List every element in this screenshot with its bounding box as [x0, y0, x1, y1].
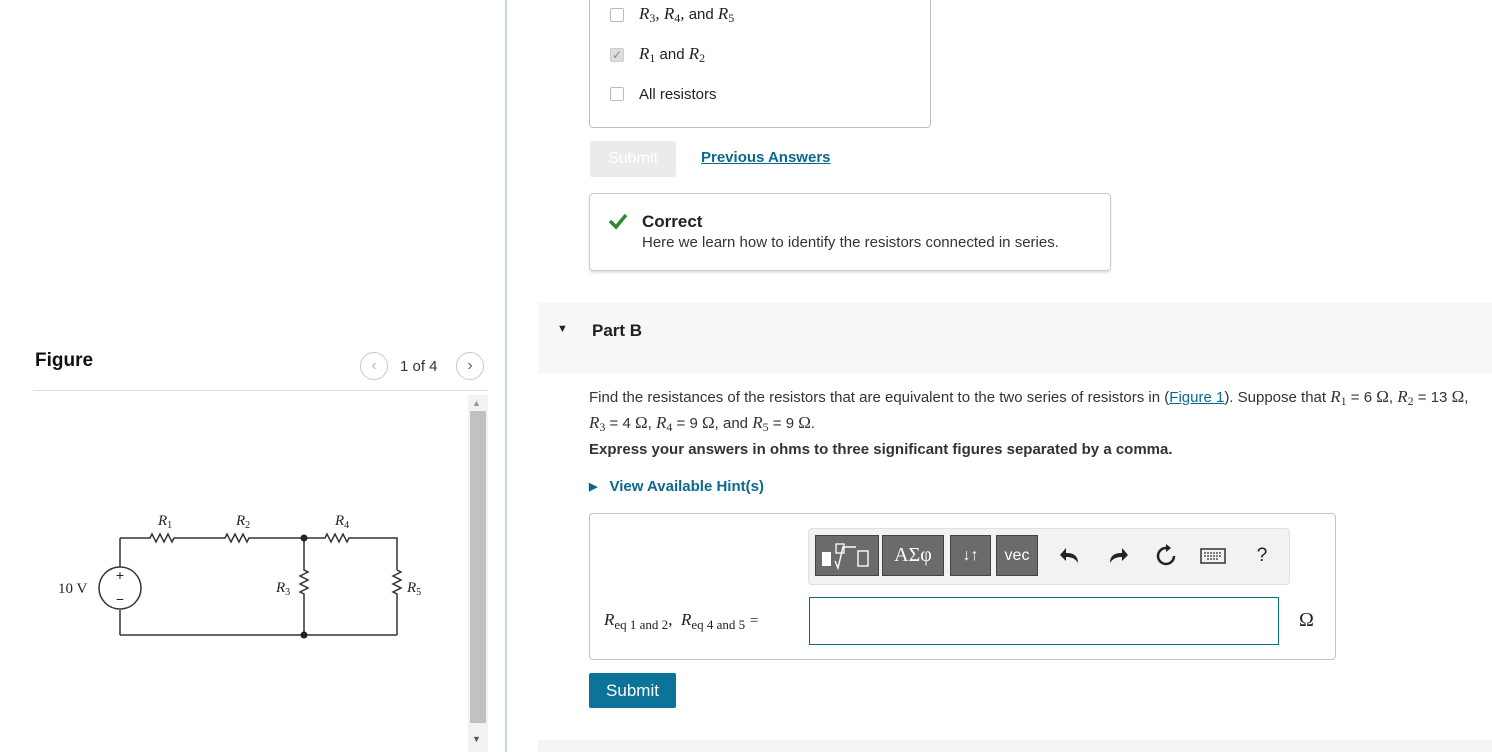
answer-input[interactable] [809, 597, 1279, 645]
option-label: R1 and R2 [639, 44, 706, 65]
undo-button[interactable] [1054, 540, 1086, 572]
unit-label: Ω [1299, 609, 1314, 631]
scroll-down-arrow-icon[interactable]: ▼ [472, 734, 481, 744]
option-all-resistors[interactable]: All resistors [610, 83, 717, 105]
checkbox-checked-icon[interactable]: ✓ [610, 48, 624, 62]
r2-label: R2 [235, 513, 250, 531]
part-b-submit-button[interactable]: Submit [589, 673, 676, 708]
r5-label: R5 [406, 580, 421, 598]
r4-label: R4 [334, 513, 349, 531]
reset-button[interactable] [1150, 540, 1182, 572]
next-figure-button[interactable]: › [456, 352, 484, 380]
source-plus: + [116, 567, 124, 583]
r1-label: R1 [157, 513, 172, 531]
scroll-up-arrow-icon[interactable]: ▲ [472, 398, 481, 408]
redo-button[interactable] [1102, 540, 1134, 572]
greek-symbols-button[interactable]: ΑΣφ [882, 535, 944, 576]
answer-label: Req 1 and 2, Req 4 and 5 = [604, 610, 759, 632]
part-c-header-edge [538, 740, 1492, 752]
chevron-left-icon: ‹ [371, 357, 377, 374]
view-hints-toggle[interactable]: ▶ View Available Hint(s) [589, 478, 764, 495]
figure-1-link[interactable]: Figure 1 [1169, 389, 1224, 406]
check-icon [608, 213, 628, 230]
previous-figure-button[interactable]: ‹ [360, 352, 388, 380]
subscript-superscript-button[interactable]: ↓↑ [950, 535, 991, 576]
undo-icon [1060, 548, 1078, 563]
templates-button[interactable] [815, 535, 879, 576]
part-b-header[interactable] [538, 303, 1492, 373]
circuit-diagram: + − 10 V R1 R2 R4 R3 R5 [58, 513, 421, 639]
part-b-title: Part B [592, 321, 643, 340]
checkbox-unchecked-icon[interactable] [610, 8, 624, 22]
templates-icon [822, 542, 869, 570]
vector-button[interactable]: vec [996, 535, 1038, 576]
part-a-submit-button[interactable]: Submit [590, 141, 676, 177]
r3-label: R3 [275, 580, 290, 598]
option-r3-r4-r5[interactable]: R3, R4, and R5 [610, 4, 734, 26]
option-label: R3, R4, and R5 [639, 4, 735, 25]
redo-icon [1110, 548, 1128, 563]
previous-answers-link[interactable]: Previous Answers [701, 149, 831, 166]
caret-right-icon: ▶ [589, 481, 598, 493]
figure-title: Figure [35, 350, 94, 371]
option-r1-r2[interactable]: ✓ R1 and R2 [610, 44, 705, 66]
checkbox-unchecked-icon[interactable] [610, 87, 624, 101]
figure-divider [33, 390, 488, 391]
caret-down-icon[interactable]: ▼ [557, 323, 568, 335]
question-text: Find the resistances of the resistors th… [589, 387, 1469, 434]
feedback-message: Here we learn how to identify the resist… [642, 234, 1059, 251]
help-button[interactable]: ? [1246, 540, 1278, 572]
source-minus: − [116, 591, 124, 607]
keyboard-button[interactable] [1198, 540, 1228, 572]
chevron-right-icon: › [467, 357, 473, 374]
option-label: All resistors [639, 85, 717, 103]
feedback-box [589, 193, 1111, 271]
keyboard-icon [1200, 548, 1226, 564]
source-voltage-label: 10 V [58, 581, 87, 597]
figure-page-indicator: 1 of 4 [400, 358, 438, 375]
figure-scrollbar-thumb[interactable] [470, 411, 486, 723]
feedback-title: Correct [642, 212, 703, 231]
panel-divider [505, 0, 507, 752]
reset-icon [1156, 544, 1176, 566]
instruction-text: Express your answers in ohms to three si… [589, 441, 1173, 458]
